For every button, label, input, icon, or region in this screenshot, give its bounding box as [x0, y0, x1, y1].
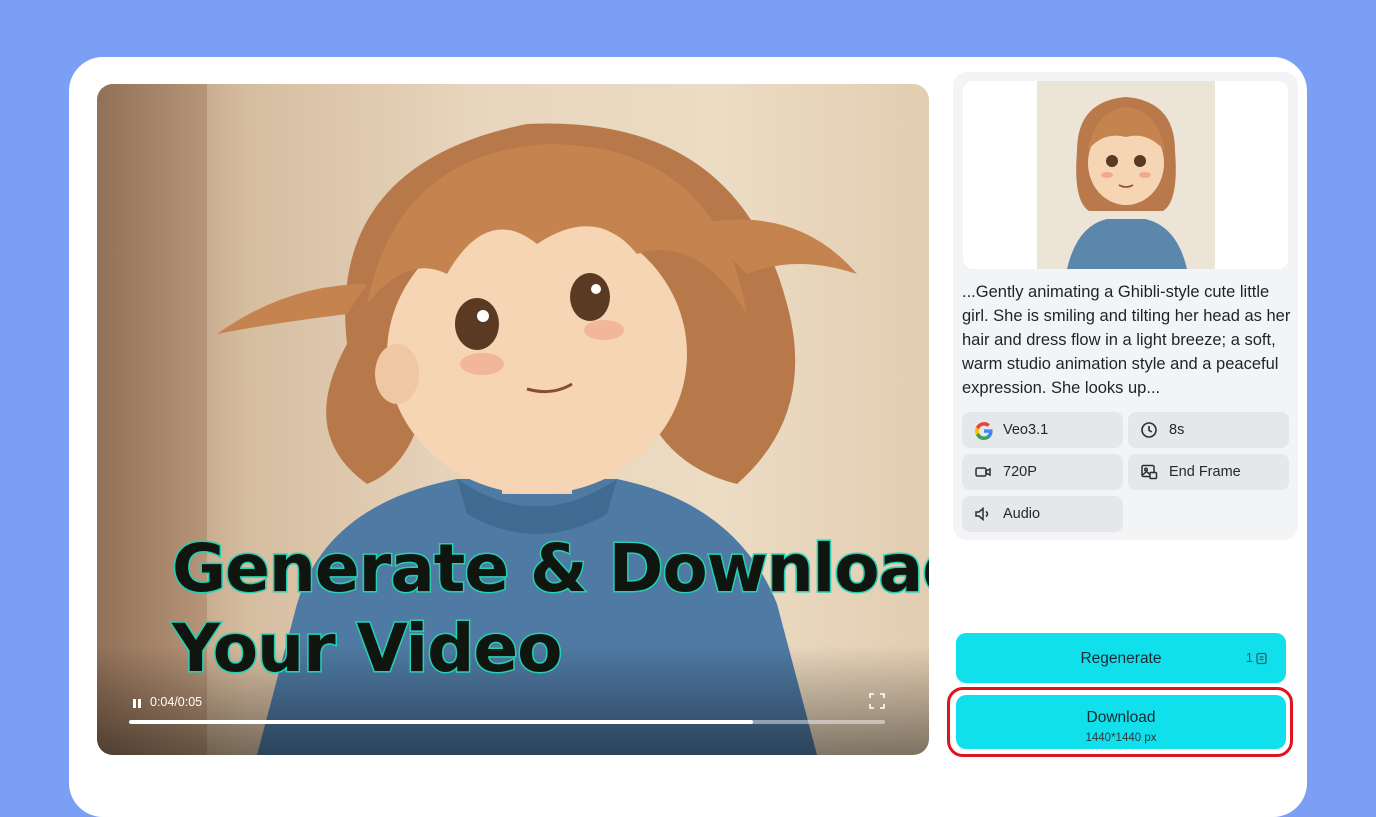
credit-icon — [1256, 652, 1267, 664]
model-label: Veo3.1 — [1003, 422, 1049, 438]
download-label: Download — [1086, 708, 1156, 726]
model-chip[interactable]: Veo3.1 — [962, 412, 1123, 448]
clock-icon — [1140, 421, 1158, 439]
video-controls: 0:04/0:05 — [129, 693, 885, 729]
audio-label: Audio — [1003, 506, 1041, 522]
audio-icon — [974, 505, 992, 523]
duration-label: 8s — [1169, 422, 1185, 438]
regenerate-cost: 1 — [1246, 633, 1268, 683]
end-frame-label: End Frame — [1169, 464, 1241, 480]
video-progress-bar[interactable] — [129, 720, 885, 724]
video-timecode: 0:04/0:05 — [150, 695, 203, 709]
video-player[interactable]: Generate & Download Your Video 0:04/0:05 — [97, 84, 929, 755]
google-icon — [974, 421, 993, 440]
pause-icon[interactable] — [133, 699, 141, 709]
end-frame-icon — [1140, 463, 1158, 481]
video-headline: Generate & Download Your Video — [170, 529, 929, 689]
reference-image-illustration — [1037, 81, 1215, 269]
regenerate-cost-value: 1 — [1245, 650, 1253, 665]
reference-image-preview[interactable] — [963, 81, 1288, 269]
prompt-text: ...Gently animating a Ghibli-style cute … — [962, 283, 1291, 397]
download-button[interactable]: Download 1440*1440 px — [956, 695, 1286, 749]
video-camera-icon — [974, 463, 992, 481]
generation-details-panel: ...Gently animating a Ghibli-style cute … — [953, 72, 1298, 540]
audio-chip[interactable]: Audio — [962, 496, 1123, 532]
video-progress-fill — [129, 720, 753, 724]
regenerate-label: Regenerate — [1080, 650, 1162, 667]
download-size: 1440*1440 px — [1085, 731, 1157, 744]
regenerate-button[interactable]: Regenerate 1 — [956, 633, 1286, 683]
resolution-chip[interactable]: 720P — [962, 454, 1123, 490]
duration-chip[interactable]: 8s — [1128, 412, 1289, 448]
resolution-label: 720P — [1003, 464, 1037, 480]
fullscreen-icon[interactable] — [869, 693, 885, 709]
end-frame-chip[interactable]: End Frame — [1128, 454, 1289, 490]
